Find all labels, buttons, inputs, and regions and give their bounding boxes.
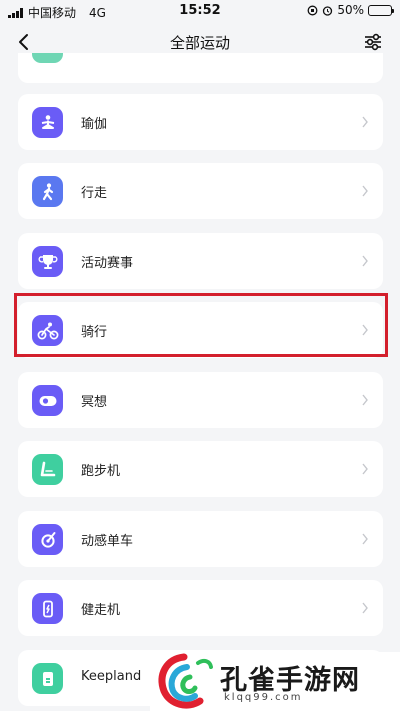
watermark-url-text: klqq99.com (224, 692, 303, 703)
walking-icon (32, 176, 63, 207)
meditation-icon (32, 385, 63, 416)
list-item-events[interactable]: 活动赛事 (18, 233, 383, 289)
treadmill-icon (32, 454, 63, 485)
status-right: 50% (307, 3, 394, 17)
list-item-label: Keepland (81, 669, 142, 684)
list-item-label: 活动赛事 (81, 256, 134, 271)
list-item-cycling[interactable]: 骑行 (18, 302, 383, 358)
chevron-right-icon (362, 533, 368, 545)
yoga-icon (32, 107, 63, 138)
spin-bike-icon (32, 524, 63, 555)
chevron-right-icon (362, 185, 368, 197)
list-item-spin-bike[interactable]: 动感单车 (18, 511, 383, 567)
battery-icon (368, 4, 394, 16)
battery-percent: 50% (337, 3, 364, 17)
alarm-icon (323, 5, 333, 16)
partial-item-icon (32, 53, 63, 63)
list-item-meditation[interactable]: 冥想 (18, 372, 383, 428)
list-item-label: 动感单车 (81, 534, 134, 549)
list-item-walking[interactable]: 行走 (18, 163, 383, 219)
status-bar: 中国移动 4G 15:52 50% (0, 0, 400, 22)
filter-settings-icon[interactable] (362, 31, 384, 53)
chevron-right-icon (362, 324, 368, 336)
chevron-right-icon (362, 463, 368, 475)
list-item-label: 瑜伽 (81, 117, 108, 132)
keepland-icon (32, 663, 63, 694)
chevron-right-icon (362, 116, 368, 128)
list-item-treadmill[interactable]: 跑步机 (18, 441, 383, 497)
cycling-icon (32, 315, 63, 346)
trophy-icon (32, 246, 63, 277)
orientation-lock-icon (307, 5, 318, 15)
watermark: 孔雀手游网 klqq99.com (150, 652, 400, 711)
list-item-partial[interactable] (18, 53, 383, 83)
list-item-yoga[interactable]: 瑜伽 (18, 94, 383, 150)
peacock-logo-icon (158, 653, 213, 709)
walking-machine-icon (32, 593, 63, 624)
list-item-label: 行走 (81, 186, 108, 201)
chevron-right-icon (362, 394, 368, 406)
chevron-right-icon (362, 602, 368, 614)
list-item-label: 跑步机 (81, 464, 121, 479)
chevron-right-icon (362, 255, 368, 267)
page-title: 全部运动 (169, 34, 230, 52)
list-item-label: 骑行 (81, 325, 108, 340)
list-item-label: 冥想 (81, 395, 108, 410)
list-item-label: 健走机 (81, 603, 121, 618)
list-item-walking-machine[interactable]: 健走机 (18, 580, 383, 636)
